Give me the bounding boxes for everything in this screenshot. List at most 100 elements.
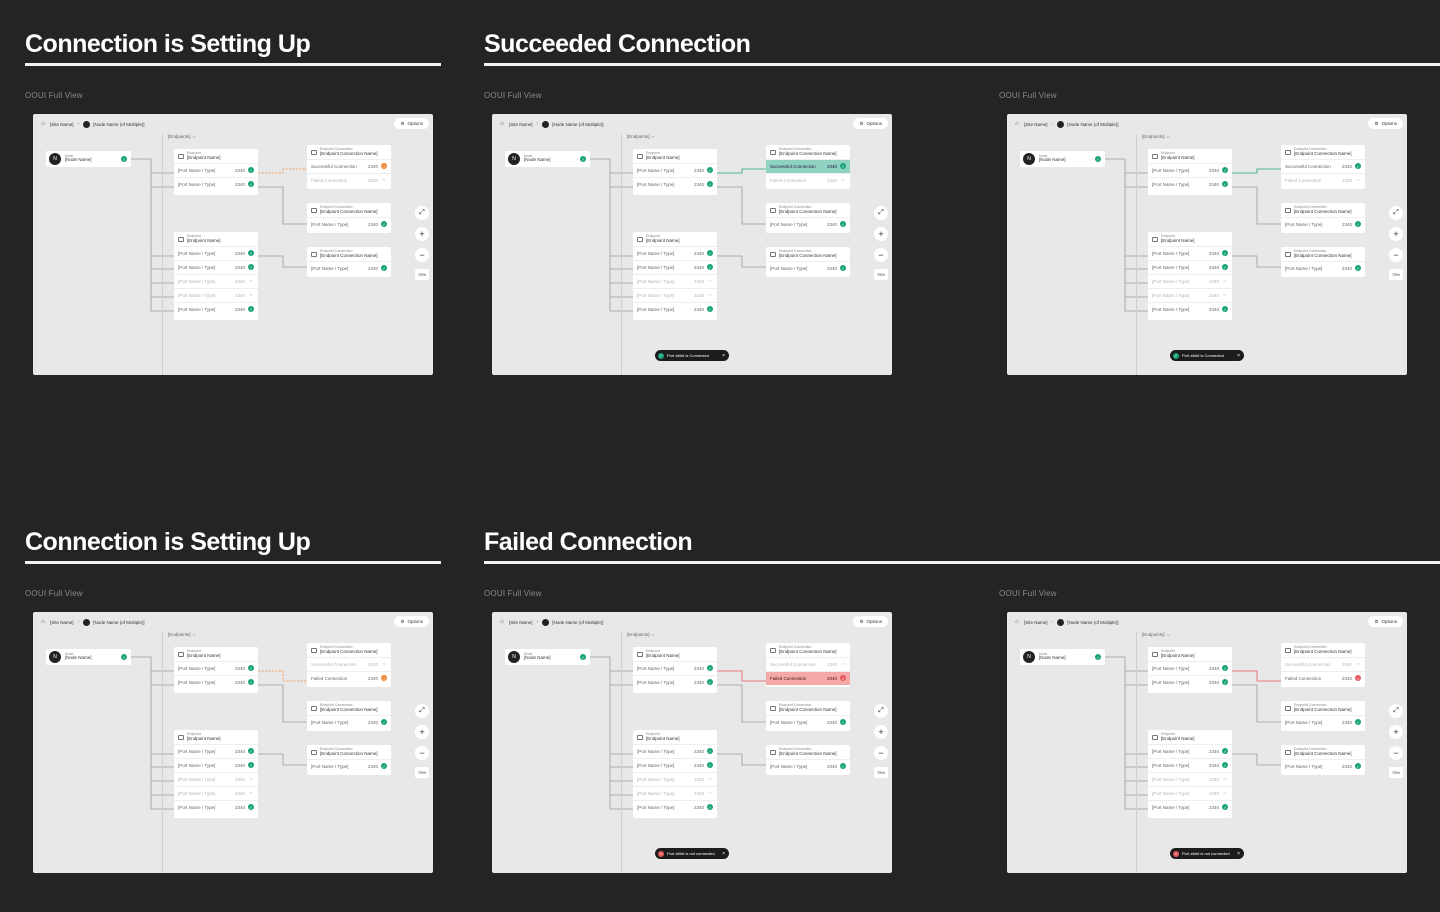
zoom-out-button[interactable]: − bbox=[1389, 248, 1403, 262]
breadcrumb-site[interactable]: [Site Name] bbox=[509, 122, 533, 127]
zoom-out-button[interactable]: − bbox=[874, 248, 888, 262]
port-row[interactable]: [Port Name / Type] 2340 ✓ bbox=[1148, 799, 1232, 814]
endpoint-card[interactable]: Endpoint [Endpoint Name] [Port Name / Typ… bbox=[633, 149, 717, 195]
options-button[interactable]: ⚙ Options bbox=[394, 616, 429, 627]
port-row[interactable]: [Port Name / Type] 2340 ✓ bbox=[1148, 301, 1232, 316]
zoom-in-button[interactable]: + bbox=[1389, 725, 1403, 739]
connection-card[interactable]: Endpoint Connection [Endpoint Connection … bbox=[766, 745, 850, 775]
options-button[interactable]: ⚙ Options bbox=[853, 616, 888, 627]
home-icon[interactable]: ⌂ bbox=[39, 120, 47, 128]
options-button[interactable]: ⚙ Options bbox=[394, 118, 429, 129]
port-row[interactable]: [Port Name / Type] 2340 ✓ bbox=[1281, 758, 1365, 773]
connection-card[interactable]: Endpoint Connection [Endpoint Connection … bbox=[1281, 203, 1365, 233]
port-row[interactable]: [Port Name / Type] 2340 ⇔ bbox=[1148, 287, 1232, 302]
endpoint-card[interactable]: Endpoint [Endpoint Name] [Port Name / Typ… bbox=[174, 149, 258, 195]
connection-card[interactable]: Endpoint Connection [Endpoint Connection … bbox=[1281, 701, 1365, 731]
close-icon[interactable]: × bbox=[722, 353, 725, 359]
connection-card[interactable]: Endpoint Connection [Endpoint Connection … bbox=[307, 203, 391, 233]
endpoint-card[interactable]: Endpoint [Endpoint Name] [Port Name / Typ… bbox=[1148, 232, 1232, 320]
port-row[interactable]: [Port Name / Type] 2340 ⇔ bbox=[174, 771, 258, 786]
connection-row-failed[interactable]: Failed Connection 2340 ⇔ bbox=[1281, 172, 1365, 187]
fit-view-icon[interactable]: ⤢ bbox=[874, 206, 888, 220]
zoom-in-button[interactable]: + bbox=[415, 725, 429, 739]
port-row[interactable]: [Port Name / Type] 2340 ✓ bbox=[633, 301, 717, 316]
zoom-in-button[interactable]: + bbox=[1389, 227, 1403, 241]
breadcrumb-node[interactable]: [Node Name (of Multiple)] bbox=[552, 122, 603, 127]
port-row[interactable]: [Port Name / Type] 2340 ✓ bbox=[633, 245, 717, 260]
port-row[interactable]: [Port Name / Type] 2340 ✓ bbox=[633, 259, 717, 274]
zoom-in-button[interactable]: + bbox=[874, 725, 888, 739]
breadcrumb-site[interactable]: [Site Name] bbox=[50, 122, 74, 127]
breadcrumb-node[interactable]: [Node Name (of Multiple)] bbox=[93, 122, 144, 127]
breadcrumb-node[interactable]: [Node Name (of Multiple)] bbox=[1067, 620, 1118, 625]
port-row[interactable]: [Port Name / Type] 2340 ✓ bbox=[766, 260, 850, 275]
port-row[interactable]: [Port Name / Type] 2340 ⇔ bbox=[174, 287, 258, 302]
fit-view-icon[interactable]: ⤢ bbox=[1389, 206, 1403, 220]
port-row[interactable]: [Port Name / Type] 2340 ✓ bbox=[1148, 162, 1232, 177]
zoom-out-button[interactable]: − bbox=[1389, 746, 1403, 760]
port-row[interactable]: [Port Name / Type] 2340 ✓ bbox=[633, 674, 717, 689]
connection-row-failed[interactable]: Failed Connection 2340 ⇔ bbox=[307, 172, 391, 187]
connection-card[interactable]: Endpoint Connection [Endpoint Connection … bbox=[1281, 643, 1365, 687]
endpoint-card[interactable]: Endpoint [Endpoint Name] [Port Name / Typ… bbox=[633, 730, 717, 818]
port-row[interactable]: [Port Name / Type] 2340 ✓ bbox=[1148, 757, 1232, 772]
fit-view-icon[interactable]: ⤢ bbox=[415, 206, 429, 220]
port-row[interactable]: [Port Name / Type] 2340 ✓ bbox=[174, 162, 258, 177]
fit-view-icon[interactable]: ⤢ bbox=[415, 704, 429, 718]
port-row[interactable]: [Port Name / Type] 2340 ⇔ bbox=[633, 273, 717, 288]
breadcrumb-site[interactable]: [Site Name] bbox=[1024, 620, 1048, 625]
connection-row-successful[interactable]: Successful Connection 2340 ✓ bbox=[1281, 158, 1365, 173]
port-row[interactable]: [Port Name / Type] 2340 ⇔ bbox=[174, 785, 258, 800]
options-button[interactable]: ⚙ Options bbox=[1368, 616, 1403, 627]
endpoint-card[interactable]: Endpoint [Endpoint Name] [Port Name / Typ… bbox=[633, 647, 717, 693]
port-row[interactable]: [Port Name / Type] 2340 ✓ bbox=[1281, 714, 1365, 729]
port-row[interactable]: [Port Name / Type] 2340 ✓ bbox=[307, 758, 391, 773]
connection-card[interactable]: Endpoint Connection [Endpoint Connection … bbox=[307, 247, 391, 277]
connection-card[interactable]: Endpoint Connection [Endpoint Connection … bbox=[307, 745, 391, 775]
node-card[interactable]: N Node [Node Name] ✓ bbox=[1020, 649, 1105, 665]
port-row[interactable]: [Port Name / Type] 2340 ✓ bbox=[766, 216, 850, 231]
port-row[interactable]: [Port Name / Type] 2340 ✓ bbox=[307, 260, 391, 275]
connection-row-failed[interactable]: Failed Connection 2340 × bbox=[1281, 670, 1365, 685]
port-row[interactable]: [Port Name / Type] 2340 ✓ bbox=[633, 176, 717, 191]
node-card[interactable]: N Node [Node Name] ✓ bbox=[46, 151, 131, 167]
home-icon[interactable]: ⌂ bbox=[498, 120, 506, 128]
connection-row-successful[interactable]: Successful Connection 2340 ⇔ bbox=[307, 656, 391, 671]
breadcrumb-site[interactable]: [Site Name] bbox=[1024, 122, 1048, 127]
node-card[interactable]: N Node [Node Name] ✓ bbox=[46, 649, 131, 665]
port-row[interactable]: [Port Name / Type] 2340 ⇔ bbox=[1148, 785, 1232, 800]
port-row[interactable]: [Port Name / Type] 2340 ⇔ bbox=[633, 785, 717, 800]
connection-row-successful[interactable]: Successful Connection 2340! bbox=[307, 158, 391, 173]
port-row[interactable]: [Port Name / Type] 2340 ✓ bbox=[633, 743, 717, 758]
close-icon[interactable]: × bbox=[1237, 353, 1240, 359]
port-row[interactable]: [Port Name / Type] 2340 ✓ bbox=[174, 799, 258, 814]
port-row[interactable]: [Port Name / Type] 2340 ✓ bbox=[174, 757, 258, 772]
connection-row-failed[interactable]: Failed Connection 2340 × bbox=[766, 670, 850, 685]
endpoint-card[interactable]: Endpoint [Endpoint Name] [Port Name / Typ… bbox=[1148, 730, 1232, 818]
port-row[interactable]: [Port Name / Type] 2340 ✓ bbox=[1148, 176, 1232, 191]
port-row[interactable]: [Port Name / Type] 2340 ⇔ bbox=[1148, 771, 1232, 786]
zoom-in-button[interactable]: + bbox=[874, 227, 888, 241]
port-row[interactable]: [Port Name / Type] 2340 ✓ bbox=[1148, 259, 1232, 274]
port-row[interactable]: [Port Name / Type] 2340 ⇔ bbox=[174, 273, 258, 288]
zoom-in-button[interactable]: + bbox=[415, 227, 429, 241]
connection-row-successful[interactable]: Successful Connection 2340 ⇔ bbox=[766, 656, 850, 671]
home-icon[interactable]: ⌂ bbox=[39, 618, 47, 626]
fit-view-icon[interactable]: ⤢ bbox=[874, 704, 888, 718]
port-row[interactable]: [Port Name / Type] 2340 ✓ bbox=[174, 176, 258, 191]
breadcrumb-site[interactable]: [Site Name] bbox=[509, 620, 533, 625]
breadcrumb-node[interactable]: [Node Name (of Multiple)] bbox=[1067, 122, 1118, 127]
connection-row-successful[interactable]: Successful Connection 2340 ⇔ bbox=[1281, 656, 1365, 671]
port-row[interactable]: [Port Name / Type] 2340 ⇔ bbox=[1148, 273, 1232, 288]
connection-card[interactable]: Endpoint Connection [Endpoint Connection … bbox=[766, 203, 850, 233]
connection-card[interactable]: Endpoint Connection [Endpoint Connection … bbox=[307, 701, 391, 731]
close-icon[interactable]: × bbox=[1237, 851, 1240, 857]
connection-card[interactable]: Endpoint Connection [Endpoint Connection … bbox=[766, 145, 850, 189]
connection-card[interactable]: Endpoint Connection [Endpoint Connection … bbox=[766, 701, 850, 731]
connection-card[interactable]: Endpoint Connection [Endpoint Connection … bbox=[1281, 247, 1365, 277]
port-row[interactable]: [Port Name / Type] 2340 ✓ bbox=[766, 758, 850, 773]
port-row[interactable]: [Port Name / Type] 2340 ✓ bbox=[174, 660, 258, 675]
port-row[interactable]: [Port Name / Type] 2340 ✓ bbox=[633, 799, 717, 814]
connection-card[interactable]: Endpoint Connection [Endpoint Connection … bbox=[1281, 145, 1365, 189]
zoom-out-button[interactable]: − bbox=[874, 746, 888, 760]
